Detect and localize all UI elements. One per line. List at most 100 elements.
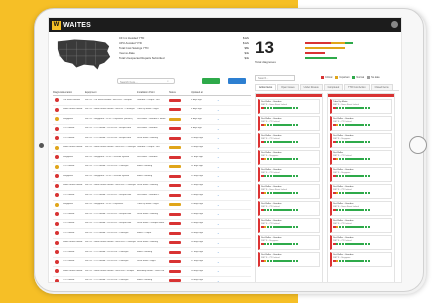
chevron-down-icon[interactable]: ⌄ bbox=[217, 241, 223, 245]
chevron-down-icon[interactable]: ⌄ bbox=[217, 250, 223, 254]
chevron-down-icon[interactable]: ⌄ bbox=[217, 117, 223, 121]
table-row[interactable]: 7TF Ireland WET11 - 7TF Ireland - 10-3-01… bbox=[53, 125, 251, 134]
status-cell bbox=[169, 241, 191, 245]
table-row[interactable]: Swan Street Ireland WET11 - Swan Street I… bbox=[53, 144, 251, 153]
chevron-down-icon[interactable]: ⌄ bbox=[217, 174, 223, 178]
board-card[interactable]: Dist Roller - Gearbox WET11 - Swan Street… bbox=[258, 99, 320, 114]
tab-ttr-cost-action[interactable]: TTR Cost Action bbox=[344, 84, 370, 90]
chevron-down-icon[interactable]: ⌄ bbox=[217, 146, 223, 150]
search-icon[interactable]: ⌕ bbox=[167, 79, 169, 83]
chevron-down-icon[interactable]: ⌄ bbox=[217, 269, 223, 273]
chevron-down-icon[interactable]: ⌄ bbox=[217, 203, 223, 207]
board-card[interactable]: Dist Roller - Gearbox WET11 - Singapore bbox=[258, 150, 320, 165]
board-card[interactable]: Dist Roller - Gearbox WET11 - 7TF Ireland bbox=[258, 133, 320, 148]
reading-square-icon bbox=[295, 157, 299, 160]
table-row[interactable]: Swan Street Ireland WET11 - Swan Street I… bbox=[53, 182, 251, 191]
board-card[interactable]: Dist Roller - Gearbox WET11 - 7TF Ireland bbox=[330, 116, 392, 131]
table-row[interactable]: 7TF Ireland WET11 - 7TF Ireland - 10-3-01… bbox=[53, 220, 251, 229]
home-button[interactable] bbox=[409, 136, 427, 154]
equipment-cell: WET11 - Singapore - 11-02 - Vacuum Syste… bbox=[85, 155, 130, 158]
board-card[interactable]: Dist Roller - Gearbox WET11 - 7TF Ireland bbox=[330, 218, 392, 233]
chevron-down-icon[interactable]: ⌄ bbox=[217, 136, 223, 140]
reading-squares bbox=[261, 106, 318, 109]
chevron-down-icon[interactable]: ⌄ bbox=[217, 222, 223, 226]
chevron-down-icon[interactable]: ⌄ bbox=[217, 212, 223, 216]
reading-squares bbox=[261, 191, 318, 194]
header-installation-point[interactable]: Installation Point bbox=[137, 91, 169, 94]
stat-label: Year-to-Date bbox=[119, 51, 135, 55]
table-row[interactable]: Singapore WET11 - Singapore - 11-02 - Vac… bbox=[53, 172, 251, 182]
chevron-down-icon[interactable]: ⌄ bbox=[217, 260, 223, 264]
board-card[interactable]: Dist Roller - Gearbox WET11 - 7TF Ireland bbox=[258, 116, 320, 131]
board-card[interactable]: Tube Up Motor WET11 - Swan Street Ireland bbox=[330, 99, 392, 114]
table-row[interactable]: Singapore WET11 - Singapore - 11-02 - Vac… bbox=[53, 153, 251, 163]
header-equipment[interactable]: Equipment bbox=[85, 91, 137, 94]
chevron-down-icon[interactable]: ⌄ bbox=[217, 184, 223, 188]
table-row[interactable]: Swan Street Ireland WET11 - Swan Street I… bbox=[53, 106, 251, 115]
chevron-down-icon[interactable]: ⌄ bbox=[217, 108, 223, 112]
status-badge bbox=[169, 241, 181, 245]
header-diagnosis[interactable]: Diagnosis bbox=[53, 91, 64, 94]
status-cell bbox=[169, 184, 191, 188]
table-row[interactable]: 7TF Ireland WET11 - 7TF Ireland - 10-3-01… bbox=[53, 277, 251, 282]
header-location[interactable]: Location bbox=[63, 91, 85, 94]
table-row[interactable]: 7TF Ireland WET11 - 7TF Ireland - 10-3-01… bbox=[53, 210, 251, 220]
table-row[interactable]: 7TF Ireland WET11 - 7TF Ireland - 10-3-01… bbox=[53, 134, 251, 144]
table-row[interactable]: 7TF Ireland WET11 - 7TF Ireland - 10-3-01… bbox=[53, 258, 251, 267]
status-cell bbox=[169, 250, 191, 254]
chevron-down-icon[interactable]: ⌄ bbox=[217, 127, 223, 131]
board-card[interactable]: Dist Roller WET11 - 7TF Ireland bbox=[330, 150, 392, 165]
board-card[interactable]: Dist Roller - Gearbox WET11 - 7TF Ireland bbox=[258, 218, 320, 233]
board-card[interactable]: Dist Roller - Gearbox WET11 - Singapore bbox=[330, 252, 392, 267]
user-avatar[interactable] bbox=[391, 21, 398, 28]
tab-completed[interactable]: Completed bbox=[323, 84, 344, 90]
tab-under-review[interactable]: Under Review bbox=[299, 84, 323, 90]
board-card[interactable]: Dist Roller - Gearbox WET11 - 7TF Ireland bbox=[258, 167, 320, 182]
table-row[interactable]: 7TF Ireland WET11 - 7TF Ireland - 10-3-01… bbox=[53, 191, 251, 201]
legend-item[interactable]: Normal bbox=[352, 76, 364, 79]
legend-item[interactable]: Important bbox=[335, 76, 349, 79]
legend-item[interactable]: No data bbox=[367, 76, 380, 79]
reading-square-icon bbox=[367, 208, 371, 211]
board-card[interactable]: Dist Roller - Gearbox WET11 - 7TF Ireland bbox=[330, 235, 392, 250]
table-row[interactable]: 7th Street Ireland WET11 - 7th Street Ire… bbox=[53, 96, 251, 106]
table-row[interactable]: Swan Street Ireland WET11 - Swan Street I… bbox=[53, 239, 251, 248]
board-card[interactable]: Dist Roller - Gearbox WET11 - Swan Street… bbox=[258, 184, 320, 199]
controls: Search here... ⌕ bbox=[53, 78, 251, 85]
filter-button[interactable] bbox=[228, 78, 246, 84]
table-row[interactable]: 7TF Ireland WET11 - 7TF Ireland - 10-3-01… bbox=[53, 163, 251, 172]
header-updated[interactable]: Updated at bbox=[191, 91, 217, 94]
severity-dot-icon bbox=[55, 231, 59, 236]
board-card[interactable]: Dist Roller - Gearbox WET11 - Singapore bbox=[330, 167, 392, 182]
table-row[interactable]: 7TF Ireland WET11 - 7TF Ireland - 10-3-01… bbox=[53, 248, 251, 258]
board-card[interactable]: Dist Roller - Gearbox WET11 - 7TF Ireland bbox=[258, 252, 320, 267]
board-card[interactable]: Dist Roller - Gearbox WET11 - Singapore bbox=[258, 235, 320, 250]
legend-item[interactable]: Critical bbox=[321, 76, 332, 79]
chevron-down-icon[interactable]: ⌄ bbox=[217, 155, 223, 159]
tab-closed-items[interactable]: Closed Items bbox=[370, 84, 393, 90]
board-search-input[interactable]: Search... bbox=[255, 75, 295, 81]
board-card[interactable]: Dist Roller - Gearbox WET11 - 7TF Ireland bbox=[330, 184, 392, 199]
updated-cell: 15 days ago bbox=[191, 212, 203, 215]
table-row[interactable]: Swan Street Ireland WET11 - Swan Street I… bbox=[53, 267, 251, 277]
logo[interactable]: W WAITES bbox=[52, 20, 91, 30]
reading-squares bbox=[333, 259, 390, 262]
tab-action-items[interactable]: Action Items bbox=[255, 84, 277, 90]
status-badge bbox=[169, 231, 181, 235]
export-button[interactable] bbox=[202, 78, 220, 84]
table-row[interactable]: 7TF Ireland WET11 - 7TF Ireland - 10-3-01… bbox=[53, 229, 251, 239]
location-cell: 7TF Ireland bbox=[63, 136, 75, 139]
chevron-down-icon[interactable]: ⌄ bbox=[217, 193, 223, 197]
header-status[interactable]: Status bbox=[169, 91, 191, 94]
table-row[interactable]: Singapore WET11 - Singapore - 11-02 - Dis… bbox=[53, 201, 251, 210]
chevron-down-icon[interactable]: ⌄ bbox=[217, 279, 223, 282]
chevron-down-icon[interactable]: ⌄ bbox=[217, 231, 223, 235]
board-card[interactable]: Dist Roller - Gearbox WET11 - Singapore bbox=[330, 133, 392, 148]
tab-open-issues[interactable]: Open Issues bbox=[277, 84, 299, 90]
chevron-down-icon[interactable]: ⌄ bbox=[217, 165, 223, 169]
table-row[interactable]: Singapore WET11 - Singapore - 11-02 - Dis… bbox=[53, 115, 251, 125]
board-card[interactable]: Dist Roller - Gearbox WET11 - Swan Street… bbox=[330, 201, 392, 216]
board-card[interactable]: Dist Roller - Gearbox WET11 - 7TF Ireland bbox=[258, 201, 320, 216]
chevron-down-icon[interactable]: ⌄ bbox=[217, 98, 223, 102]
diagnosis-cell bbox=[53, 240, 63, 245]
